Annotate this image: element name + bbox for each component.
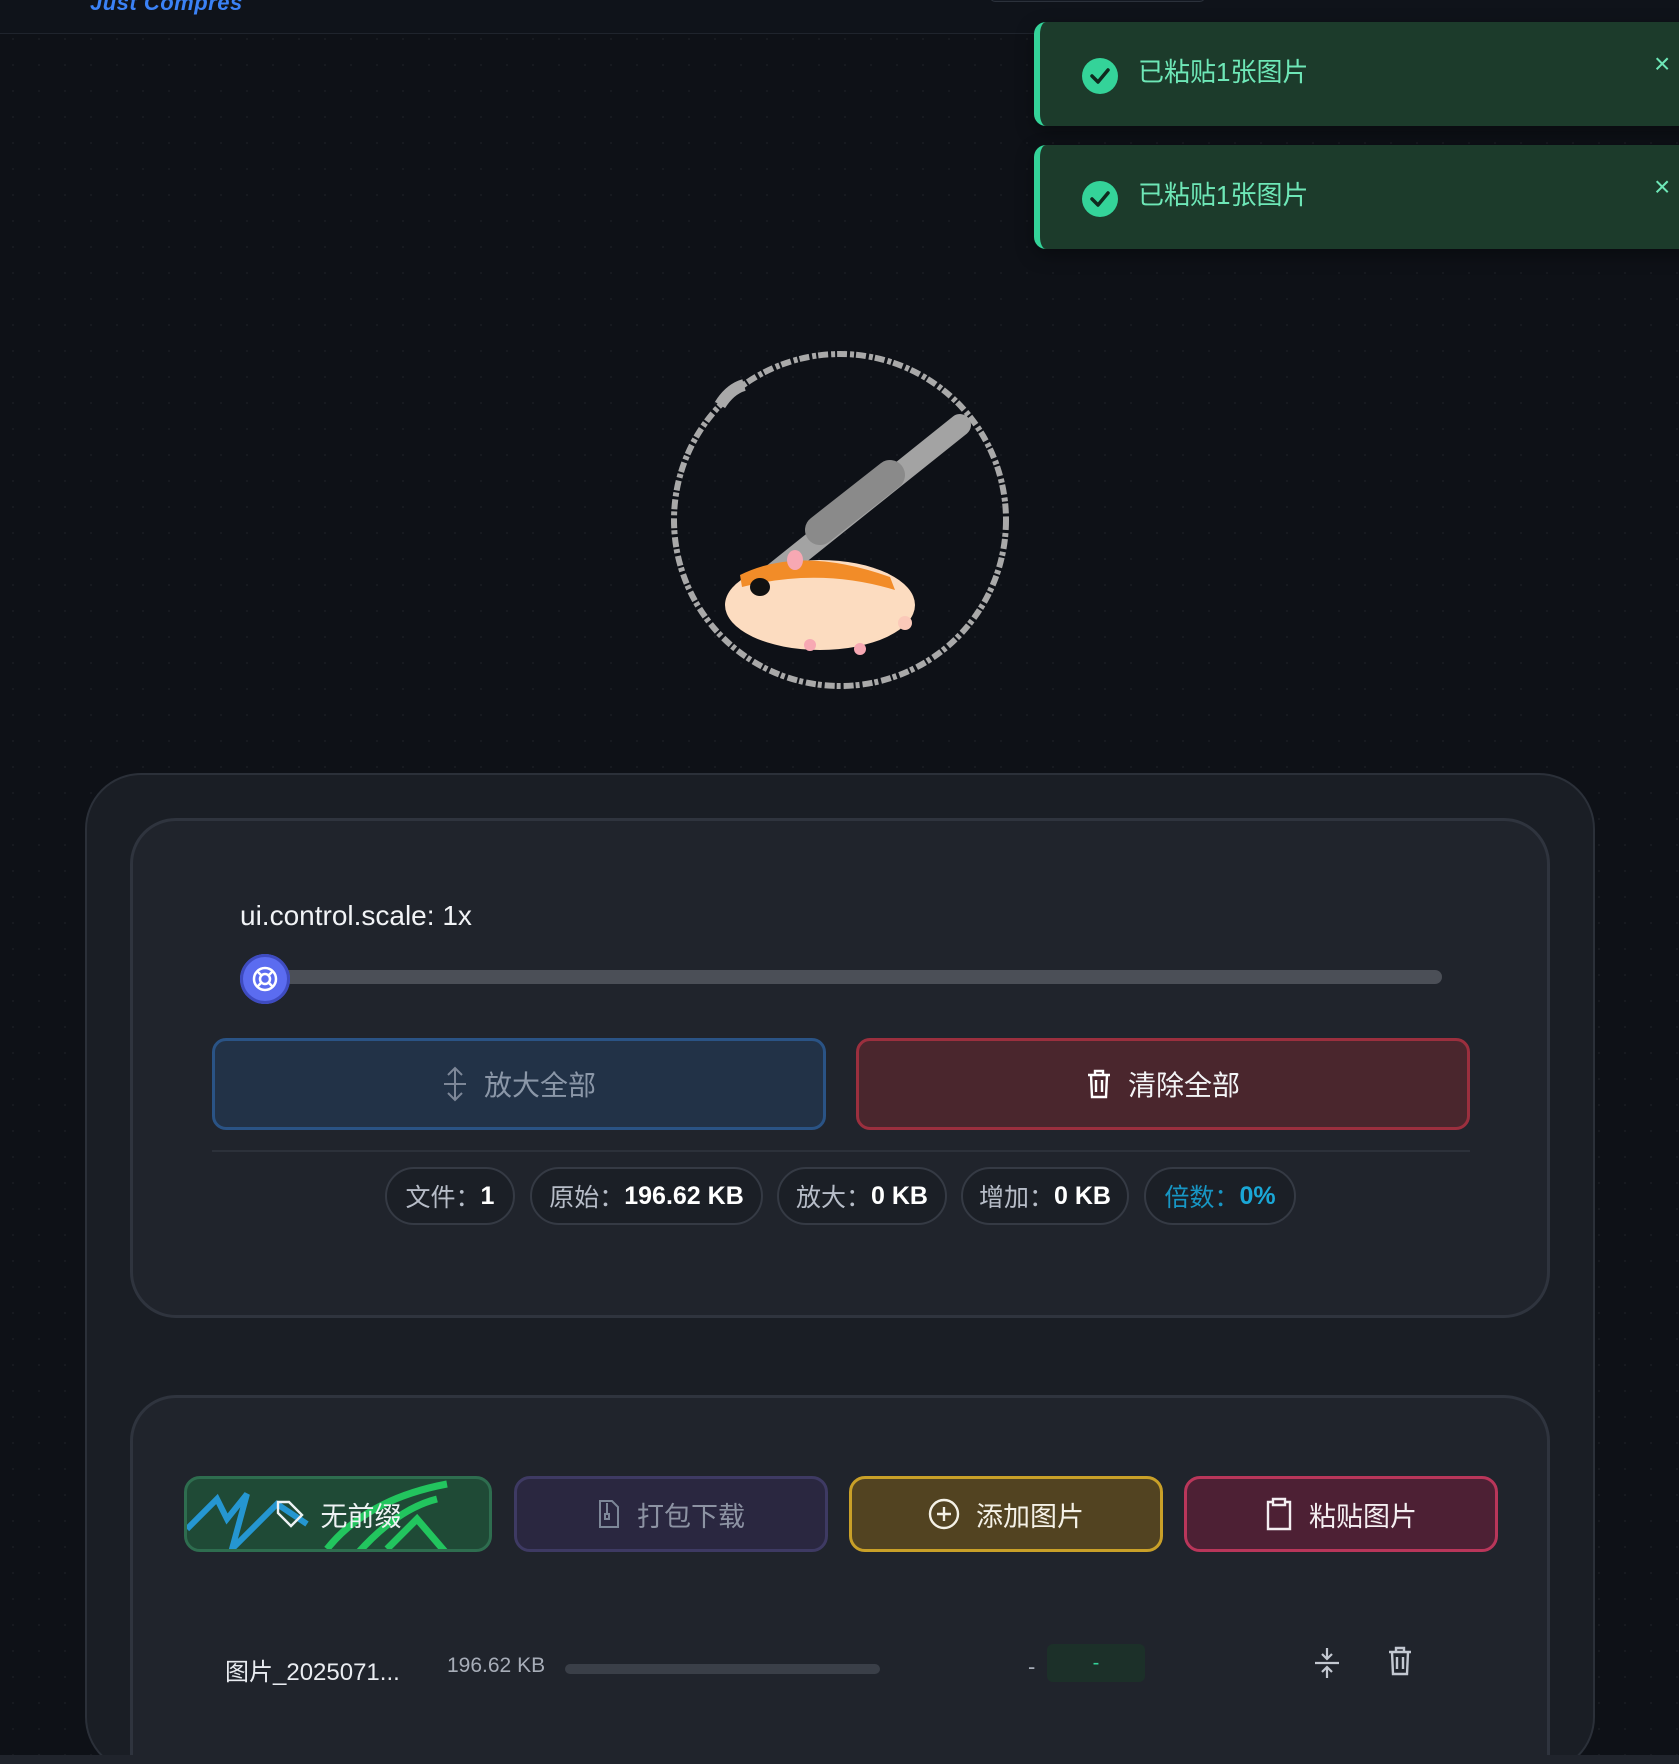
add-image-label: 添加图片 [976, 1501, 1084, 1532]
file-row: 图片_2025071... 196.62 KB - - [225, 1630, 1435, 1700]
stat-files-label: 文件： [405, 1184, 481, 1212]
stat-rate-value: 0% [1239, 1181, 1276, 1210]
enlarge-all-label: 放大全部 [483, 1070, 596, 1101]
stat-rate: 倍数： 0% [1144, 1167, 1296, 1225]
scale-file-icon[interactable] [1313, 1646, 1341, 1685]
file-size: 196.62 KB [447, 1654, 546, 1677]
prefix-label: 无前缀 [320, 1501, 402, 1532]
close-icon[interactable]: × [1654, 171, 1670, 203]
stat-increase-label: 增加： [979, 1184, 1055, 1212]
enlarge-all-button[interactable]: 放大全部 [212, 1038, 826, 1130]
clear-all-label: 清除全部 [1127, 1070, 1240, 1101]
bottom-strip [0, 1755, 1679, 1764]
toast-notification: 已粘贴1张图片 × [1034, 145, 1679, 249]
lifebuoy-icon [252, 966, 278, 992]
paste-image-label: 粘贴图片 [1309, 1501, 1417, 1532]
stat-original-value: 196.62 KB [624, 1181, 744, 1210]
stat-increase: 增加： 0 KB [961, 1167, 1129, 1225]
check-circle-icon [1082, 181, 1118, 217]
clipboard-icon [1266, 1497, 1292, 1531]
toast-message: 已粘贴1张图片 [1138, 180, 1309, 210]
plus-circle-icon [928, 1498, 960, 1530]
prefix-toggle-button[interactable]: 无前缀 [184, 1476, 492, 1552]
delete-file-icon[interactable] [1387, 1646, 1413, 1681]
tag-icon [276, 1500, 304, 1528]
expand-vertical-icon [443, 1066, 466, 1102]
file-result: - [1028, 1654, 1036, 1679]
divider [212, 1150, 1470, 1152]
clear-all-button[interactable]: 清除全部 [856, 1038, 1470, 1130]
stat-rate-label: 倍数： [1164, 1184, 1240, 1212]
hamster-wheel-illustration [660, 345, 1020, 695]
scale-slider-track[interactable] [268, 970, 1442, 984]
toast-message: 已粘贴1张图片 [1138, 57, 1309, 87]
files-panel [130, 1395, 1550, 1764]
toast-notification: 已粘贴1张图片 × [1034, 22, 1679, 126]
stat-files: 文件： 1 [385, 1167, 515, 1225]
stat-enlarged-label: 放大： [796, 1184, 872, 1212]
stat-files-value: 1 [480, 1181, 495, 1210]
file-ratio-badge: - [1047, 1644, 1145, 1682]
scale-label: ui.control.scale: 1x [240, 900, 472, 931]
stat-enlarged-value: 0 KB [871, 1181, 928, 1210]
close-icon[interactable]: × [1654, 48, 1670, 80]
stat-original: 原始： 196.62 KB [530, 1167, 763, 1225]
add-image-button[interactable]: 添加图片 [849, 1476, 1163, 1552]
top-nav-pill[interactable] [990, 0, 1205, 2]
brand-logo-text[interactable]: Just Compres [90, 0, 243, 16]
stat-increase-value: 0 KB [1054, 1181, 1111, 1210]
scale-slider-thumb[interactable] [240, 954, 290, 1004]
check-circle-icon [1082, 58, 1118, 94]
file-progress-bar [565, 1664, 880, 1674]
paste-image-button[interactable]: 粘贴图片 [1184, 1476, 1498, 1552]
pack-download-button[interactable]: 打包下载 [514, 1476, 828, 1552]
pack-download-label: 打包下载 [637, 1501, 745, 1532]
stat-enlarged: 放大： 0 KB [777, 1167, 947, 1225]
trash-icon [1087, 1069, 1110, 1099]
stat-original-label: 原始： [549, 1184, 625, 1212]
zip-file-icon [599, 1500, 619, 1528]
file-name: 图片_2025071... [225, 1659, 400, 1686]
